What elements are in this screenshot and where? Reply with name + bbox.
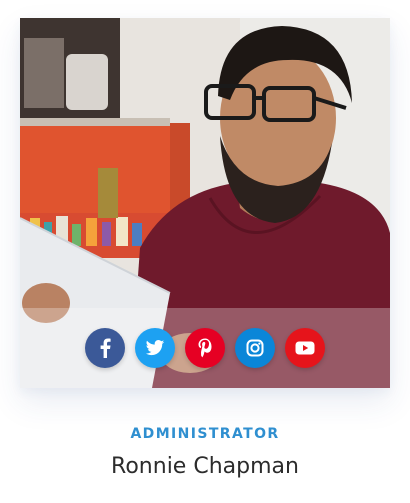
facebook-button[interactable]	[85, 328, 125, 368]
instagram-icon	[246, 339, 264, 357]
team-member-card: ADMINISTRATOR Ronnie Chapman	[0, 0, 410, 503]
social-links-bar	[20, 308, 390, 388]
instagram-button[interactable]	[235, 328, 275, 368]
pinterest-button[interactable]	[185, 328, 225, 368]
pinterest-icon	[198, 338, 212, 358]
member-role: ADMINISTRATOR	[130, 426, 280, 442]
member-name: Ronnie Chapman	[111, 454, 299, 479]
facebook-icon	[100, 338, 111, 358]
youtube-icon	[295, 341, 315, 355]
twitter-button[interactable]	[135, 328, 175, 368]
youtube-button[interactable]	[285, 328, 325, 368]
profile-photo	[20, 18, 390, 388]
twitter-icon	[145, 340, 165, 356]
